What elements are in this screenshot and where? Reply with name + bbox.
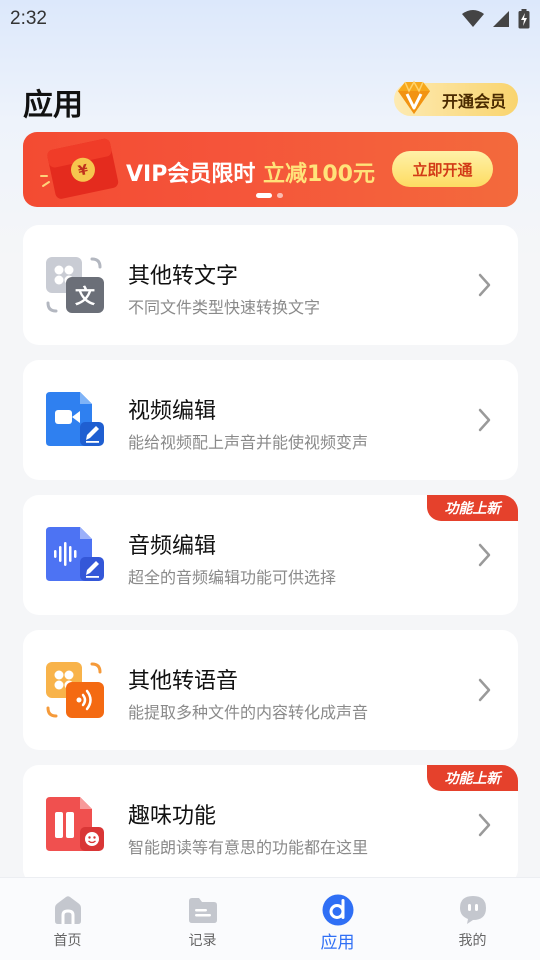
banner-text-prefix: VIP会员限时 <box>126 162 256 187</box>
red-envelope-icon: ¥ <box>40 138 119 199</box>
card-video-edit[interactable]: 视频编辑 能给视频配上声音并能使视频变声 <box>23 360 518 480</box>
card-title: 其他转语音 <box>128 669 239 694</box>
banner-dot-active <box>256 193 272 198</box>
banner-dot <box>277 193 283 198</box>
nav-label: 首页 <box>53 933 82 949</box>
banner-open-now-button[interactable]: 立即开通 <box>392 151 493 187</box>
status-bar: 2:32 <box>0 0 540 38</box>
profile-icon <box>459 896 486 924</box>
card-desc: 不同文件类型快速转换文字 <box>128 298 321 317</box>
banner-text-highlight: 立减100元 <box>263 162 375 187</box>
chevron-right-icon <box>478 678 491 702</box>
card-title: 趣味功能 <box>128 804 217 829</box>
nav-label: 记录 <box>188 933 217 949</box>
video-edit-icon <box>46 392 104 446</box>
file-to-speech-icon <box>46 662 104 718</box>
card-fun-features[interactable]: 功能上新 趣味功能 智能朗读等有意思的功能都在这里 <box>23 765 518 885</box>
home-icon <box>54 896 81 924</box>
card-title: 其他转文字 <box>128 264 239 289</box>
fun-features-icon <box>46 797 104 851</box>
nav-item-profile[interactable]: 我的 <box>405 878 540 960</box>
apps-icon <box>322 894 353 926</box>
card-audio-edit[interactable]: 功能上新 音频编辑 超全的音频编辑功能可供选择 <box>23 495 518 615</box>
banner-text: VIP会员限时 立减100元 <box>126 156 375 188</box>
chevron-right-icon <box>478 273 491 297</box>
new-feature-badge: 功能上新 <box>427 495 518 521</box>
wifi-icon <box>462 10 484 27</box>
nav-item-apps[interactable]: 应用 <box>270 878 405 960</box>
vip-diamond-icon <box>398 80 430 114</box>
audio-edit-icon <box>46 527 104 581</box>
file-to-text-icon: 文 <box>46 257 104 313</box>
file-to-text-glyph: 文 <box>75 284 96 308</box>
card-title: 视频编辑 <box>128 399 217 424</box>
card-desc: 智能朗读等有意思的功能都在这里 <box>128 838 369 857</box>
chevron-right-icon <box>478 408 491 432</box>
nav-label: 应用 <box>320 933 355 953</box>
vip-promo-banner[interactable]: ¥ VIP会员限时 立减100元 立即开通 <box>23 132 518 207</box>
chevron-right-icon <box>478 543 491 567</box>
card-title: 音频编辑 <box>128 534 217 559</box>
status-icons <box>462 9 530 29</box>
card-desc: 能提取多种文件的内容转化成声音 <box>128 703 369 722</box>
page-title: 应用 <box>23 88 83 123</box>
card-file-to-text[interactable]: 文 其他转文字 不同文件类型快速转换文字 <box>23 225 518 345</box>
chevron-right-icon <box>478 813 491 837</box>
battery-icon <box>518 9 530 29</box>
nav-item-home[interactable]: 首页 <box>0 878 135 960</box>
card-file-to-speech[interactable]: 其他转语音 能提取多种文件的内容转化成声音 <box>23 630 518 750</box>
card-desc: 超全的音频编辑功能可供选择 <box>128 568 337 587</box>
card-desc: 能给视频配上声音并能使视频变声 <box>128 433 369 452</box>
status-time: 2:32 <box>10 8 47 29</box>
vip-open-button[interactable]: 开通会员 <box>394 80 518 116</box>
nav-label: 我的 <box>458 933 487 949</box>
banner-pagination <box>256 193 283 198</box>
signal-icon <box>493 11 509 27</box>
new-feature-badge: 功能上新 <box>427 765 518 791</box>
vip-open-label: 开通会员 <box>441 91 506 111</box>
bottom-nav: 首页 记录 应用 我的 <box>0 877 540 960</box>
folder-icon <box>188 898 217 923</box>
nav-item-records[interactable]: 记录 <box>135 878 270 960</box>
